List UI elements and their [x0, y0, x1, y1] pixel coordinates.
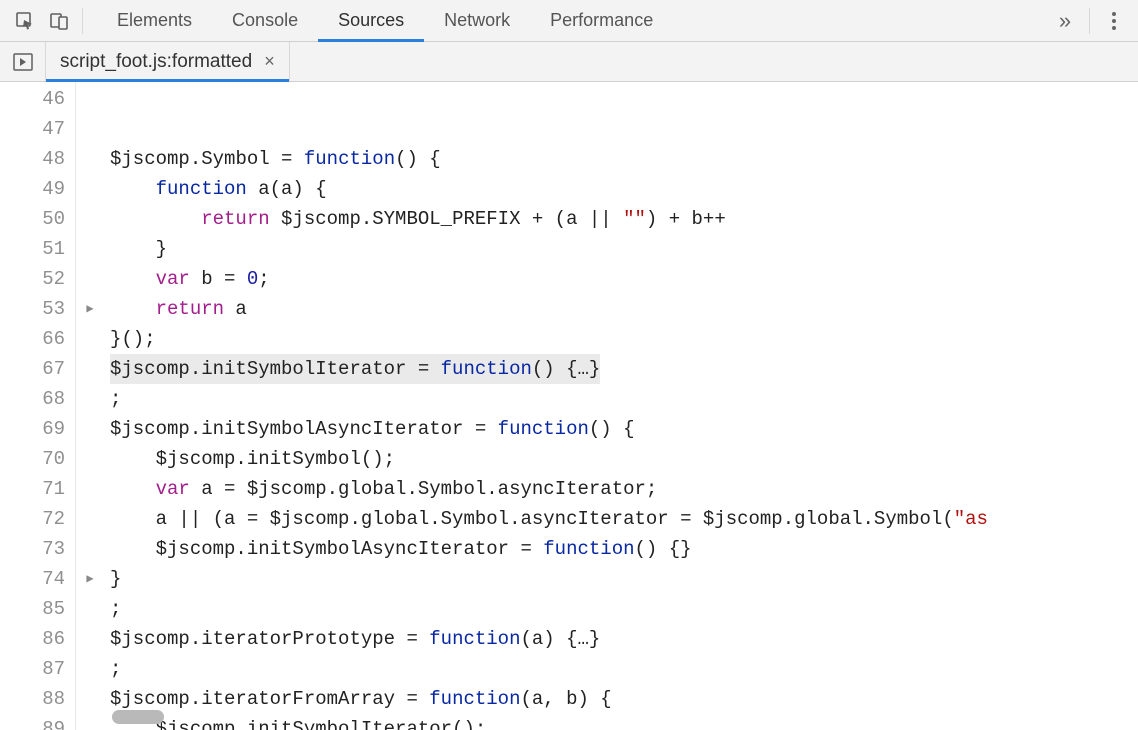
fold-marker[interactable]: ▶ — [76, 564, 104, 594]
line-number[interactable]: 53 — [0, 294, 75, 324]
line-number[interactable]: 66 — [0, 324, 75, 354]
fold-marker — [76, 174, 104, 204]
code-content[interactable]: $jscomp.Symbol = function() { function a… — [104, 82, 1138, 730]
fold-marker — [76, 504, 104, 534]
file-tab-name: script_foot.js:formatted — [60, 51, 252, 73]
line-number[interactable]: 88 — [0, 684, 75, 714]
devtools-toolbar: Elements Console Sources Network Perform… — [0, 0, 1138, 42]
sources-subbar: script_foot.js:formatted × — [0, 42, 1138, 82]
line-number[interactable]: 73 — [0, 534, 75, 564]
fold-marker — [76, 594, 104, 624]
line-number[interactable]: 67 — [0, 354, 75, 384]
code-line[interactable]: return a — [110, 294, 1138, 324]
toolbar-separator — [82, 8, 83, 34]
fold-marker — [76, 354, 104, 384]
close-tab-icon[interactable]: × — [264, 51, 275, 72]
toolbar-left-icons — [0, 0, 97, 41]
inspect-element-icon[interactable] — [8, 0, 42, 42]
code-line[interactable]: ; — [110, 594, 1138, 624]
tab-network[interactable]: Network — [424, 0, 530, 41]
fold-marker — [76, 234, 104, 264]
fold-gutter[interactable]: ▶▶ — [76, 82, 104, 730]
line-number[interactable]: 49 — [0, 174, 75, 204]
toolbar-separator — [1089, 8, 1090, 34]
fold-marker — [76, 654, 104, 684]
code-line[interactable]: return $jscomp.SYMBOL_PREFIX + (a || "")… — [110, 204, 1138, 234]
code-line[interactable]: a || (a = $jscomp.global.Symbol.asyncIte… — [110, 504, 1138, 534]
fold-marker — [76, 384, 104, 414]
code-line[interactable]: } — [110, 234, 1138, 264]
fold-marker — [76, 264, 104, 294]
line-number[interactable]: 46 — [0, 84, 75, 114]
tab-elements[interactable]: Elements — [97, 0, 212, 41]
toolbar-right: » — [1047, 0, 1138, 42]
line-number[interactable]: 51 — [0, 234, 75, 264]
code-line[interactable]: } — [110, 564, 1138, 594]
fold-marker — [76, 84, 104, 114]
source-editor: 4647484950515253666768697071727374858687… — [0, 82, 1138, 730]
code-line[interactable]: function a(a) { — [110, 174, 1138, 204]
code-line[interactable]: $jscomp.initSymbolAsyncIterator = functi… — [110, 534, 1138, 564]
code-line[interactable]: $jscomp.initSymbol(); — [110, 444, 1138, 474]
code-line[interactable]: $jscomp.iteratorFromArray = function(a, … — [110, 684, 1138, 714]
code-line[interactable]: var b = 0; — [110, 264, 1138, 294]
line-number[interactable]: 47 — [0, 114, 75, 144]
code-line[interactable]: $jscomp.Symbol = function() { — [110, 144, 1138, 174]
fold-marker[interactable]: ▶ — [76, 294, 104, 324]
code-line[interactable]: $jscomp.initSymbolIterator(); — [110, 714, 1138, 730]
line-number[interactable]: 48 — [0, 144, 75, 174]
file-tab[interactable]: script_foot.js:formatted × — [46, 42, 290, 81]
navigator-toggle-icon[interactable] — [0, 42, 46, 81]
overflow-tabs-icon[interactable]: » — [1047, 0, 1083, 42]
line-number[interactable]: 72 — [0, 504, 75, 534]
line-number[interactable]: 89 — [0, 714, 75, 730]
code-line[interactable]: ; — [110, 384, 1138, 414]
line-number-gutter[interactable]: 4647484950515253666768697071727374858687… — [0, 82, 76, 730]
fold-marker — [76, 624, 104, 654]
line-number[interactable]: 69 — [0, 414, 75, 444]
devtools-tabs: Elements Console Sources Network Perform… — [97, 0, 673, 41]
fold-marker — [76, 684, 104, 714]
line-number[interactable]: 74 — [0, 564, 75, 594]
fold-marker — [76, 534, 104, 564]
kebab-menu-icon[interactable] — [1096, 0, 1132, 42]
line-number[interactable]: 86 — [0, 624, 75, 654]
fold-marker — [76, 714, 104, 730]
code-line[interactable]: $jscomp.initSymbolAsyncIterator = functi… — [110, 414, 1138, 444]
tab-console[interactable]: Console — [212, 0, 318, 41]
device-mode-icon[interactable] — [42, 0, 76, 42]
line-number[interactable]: 52 — [0, 264, 75, 294]
fold-marker — [76, 144, 104, 174]
fold-marker — [76, 204, 104, 234]
line-number[interactable]: 70 — [0, 444, 75, 474]
tab-sources[interactable]: Sources — [318, 0, 424, 41]
horizontal-scrollbar-thumb[interactable] — [112, 710, 164, 724]
line-number[interactable]: 87 — [0, 654, 75, 684]
fold-marker — [76, 414, 104, 444]
code-line[interactable]: $jscomp.initSymbolIterator = function() … — [110, 354, 1138, 384]
fold-marker — [76, 444, 104, 474]
code-line[interactable]: ; — [110, 654, 1138, 684]
code-line[interactable]: }(); — [110, 324, 1138, 354]
line-number[interactable]: 68 — [0, 384, 75, 414]
line-number[interactable]: 85 — [0, 594, 75, 624]
line-number[interactable]: 71 — [0, 474, 75, 504]
code-line[interactable]: var a = $jscomp.global.Symbol.asyncItera… — [110, 474, 1138, 504]
tab-performance[interactable]: Performance — [530, 0, 673, 41]
fold-marker — [76, 114, 104, 144]
fold-marker — [76, 324, 104, 354]
fold-marker — [76, 474, 104, 504]
code-line[interactable]: $jscomp.iteratorPrototype = function(a) … — [110, 624, 1138, 654]
line-number[interactable]: 50 — [0, 204, 75, 234]
